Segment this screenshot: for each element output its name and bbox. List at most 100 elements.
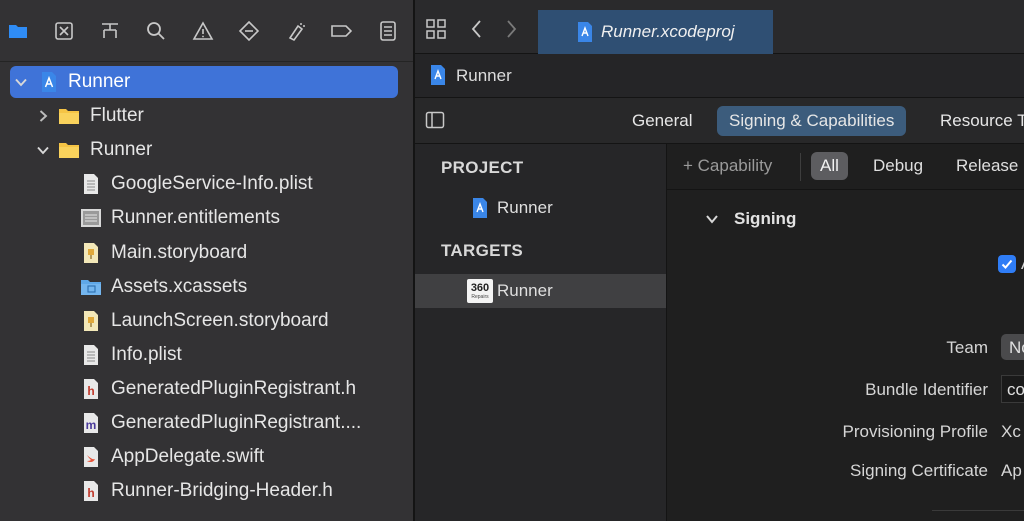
tab-resource-tags[interactable]: Resource T <box>928 106 1024 136</box>
tree-item-label: Info.plist <box>111 343 182 365</box>
tab-runner-xcodeproj[interactable]: Runner.xcodeproj <box>538 10 773 54</box>
tree-item-label: Runner-Bridging-Header.h <box>111 480 333 502</box>
app-icon-text: 360 <box>470 281 490 294</box>
tree-item[interactable]: LaunchScreen.storyboard <box>0 305 413 337</box>
targets-header: TARGETS <box>441 241 524 260</box>
tree-item-label: Flutter <box>90 105 144 127</box>
divider <box>932 510 1024 511</box>
plist-file-icon <box>80 344 102 366</box>
add-capability-button[interactable]: + Capability <box>674 152 781 180</box>
tree-item[interactable]: Flutter <box>0 100 413 132</box>
grid-icon[interactable] <box>425 18 447 40</box>
tree-item-project[interactable]: Runner <box>0 66 413 98</box>
editor-tab-bar: Runner.xcodeproj <box>415 0 1024 54</box>
tree-item-label: LaunchScreen.storyboard <box>111 309 329 331</box>
signing-section: Signing A Team No Bundle Identifier co P… <box>667 190 1024 521</box>
target-item-runner[interactable]: 360 Repairs Runner <box>415 274 666 308</box>
config-release[interactable]: Release <box>947 152 1024 180</box>
project-item-label: Runner <box>497 198 553 217</box>
project-item-runner[interactable]: Runner <box>415 191 666 225</box>
jump-bar: Runner <box>415 54 1024 98</box>
divider <box>800 153 801 181</box>
chevron-down-icon[interactable] <box>12 73 30 91</box>
swift-file-icon <box>80 446 102 468</box>
tree-item[interactable]: m GeneratedPluginRegistrant.... <box>0 407 413 439</box>
tree-item[interactable]: Runner <box>0 134 413 166</box>
project-header: PROJECT <box>441 158 524 177</box>
tree-item[interactable]: Info.plist <box>0 339 413 371</box>
back-chevron-icon[interactable] <box>467 18 487 40</box>
forward-chevron-icon[interactable] <box>501 18 521 40</box>
config-all[interactable]: All <box>811 152 848 180</box>
tree-item[interactable]: Main.storyboard <box>0 237 413 269</box>
chevron-down-icon[interactable] <box>34 141 52 159</box>
xcode-project-icon <box>429 64 447 86</box>
navigator-toolbar <box>0 0 413 62</box>
toggle-sidebar-icon[interactable] <box>425 110 445 130</box>
targets-list: PROJECT Runner TARGETS 360 Repairs Runne… <box>415 144 667 521</box>
app-icon: 360 Repairs <box>467 279 493 303</box>
project-navigator: Runner Flutter Runner GoogleService-Info.pl… <box>0 0 413 521</box>
xcode-project-icon <box>471 197 489 219</box>
test-icon[interactable] <box>236 18 262 44</box>
project-editor: Runner.xcodeproj Runner General Signing … <box>415 0 1024 521</box>
breakpoint-icon[interactable] <box>328 18 354 44</box>
tree-item[interactable]: AppDelegate.swift <box>0 441 413 473</box>
provisioning-profile-label: Provisioning Profile <box>842 422 988 441</box>
config-debug[interactable]: Debug <box>864 152 932 180</box>
folder-icon <box>58 105 80 127</box>
svg-text:h: h <box>87 384 94 398</box>
provisioning-profile-value: Xc <box>1001 422 1021 441</box>
xcode-project-icon <box>38 71 60 93</box>
folder-icon[interactable] <box>5 18 31 44</box>
header-file-icon: h <box>80 378 102 400</box>
source-control-icon[interactable] <box>51 18 77 44</box>
header-file-icon: h <box>80 480 102 502</box>
jump-bar-title[interactable]: Runner <box>456 66 512 86</box>
tree-item[interactable]: h Runner-Bridging-Header.h <box>0 475 413 507</box>
tree-item-label: Runner.entitlements <box>111 207 280 229</box>
auto-manage-checkbox[interactable] <box>998 255 1016 273</box>
plist-file-icon <box>80 173 102 195</box>
tree-item[interactable]: GoogleService-Info.plist <box>0 168 413 200</box>
tree-item-label: GeneratedPluginRegistrant.... <box>111 412 362 433</box>
team-popup[interactable]: No <box>1001 334 1024 360</box>
tree-item-label: Runner <box>68 71 131 92</box>
signing-certificate-value: Ap <box>1001 461 1022 480</box>
tree-item-label: Runner <box>90 139 153 161</box>
folder-icon <box>58 139 80 161</box>
storyboard-file-icon <box>80 242 102 264</box>
tab-signing-capabilities[interactable]: Signing & Capabilities <box>717 106 907 136</box>
target-item-label: Runner <box>497 281 553 300</box>
entitlements-file-icon <box>80 207 102 229</box>
app-icon-subtext: Repairs <box>471 293 489 300</box>
debug-icon[interactable] <box>282 18 308 44</box>
tree-item[interactable]: Assets.xcassets <box>0 271 413 303</box>
storyboard-file-icon <box>80 310 102 332</box>
asset-catalog-icon <box>80 276 102 298</box>
search-icon[interactable] <box>143 18 169 44</box>
editor-segment-bar: General Signing & Capabilities Resource … <box>415 98 1024 144</box>
tree-item-label: GeneratedPluginRegistrant.h <box>111 377 357 399</box>
signing-section-title: Signing <box>734 209 797 228</box>
tab-general[interactable]: General <box>620 106 704 136</box>
xcode-project-icon <box>576 21 594 43</box>
chevron-down-icon[interactable] <box>704 211 720 227</box>
chevron-right-icon[interactable] <box>34 107 52 125</box>
svg-text:m: m <box>86 418 97 432</box>
report-icon[interactable] <box>375 18 401 44</box>
tree-item-label: GoogleService-Info.plist <box>111 173 313 195</box>
warning-icon[interactable] <box>190 18 216 44</box>
symbol-icon[interactable] <box>97 18 123 44</box>
signing-certificate-label: Signing Certificate <box>850 461 988 480</box>
bundle-identifier-field[interactable]: co <box>1001 375 1024 403</box>
tree-item-label: Assets.xcassets <box>111 275 248 297</box>
bundle-identifier-label: Bundle Identifier <box>865 380 988 399</box>
tree-item-label: AppDelegate.swift <box>111 446 265 468</box>
objc-file-icon: m <box>80 412 102 434</box>
tree-item[interactable]: h GeneratedPluginRegistrant.h <box>0 373 413 405</box>
team-label: Team <box>946 338 988 357</box>
tree-item[interactable]: Runner.entitlements <box>0 202 413 234</box>
tab-title: Runner.xcodeproj <box>601 22 735 41</box>
capability-bar: + Capability All Debug Release <box>667 144 1024 190</box>
